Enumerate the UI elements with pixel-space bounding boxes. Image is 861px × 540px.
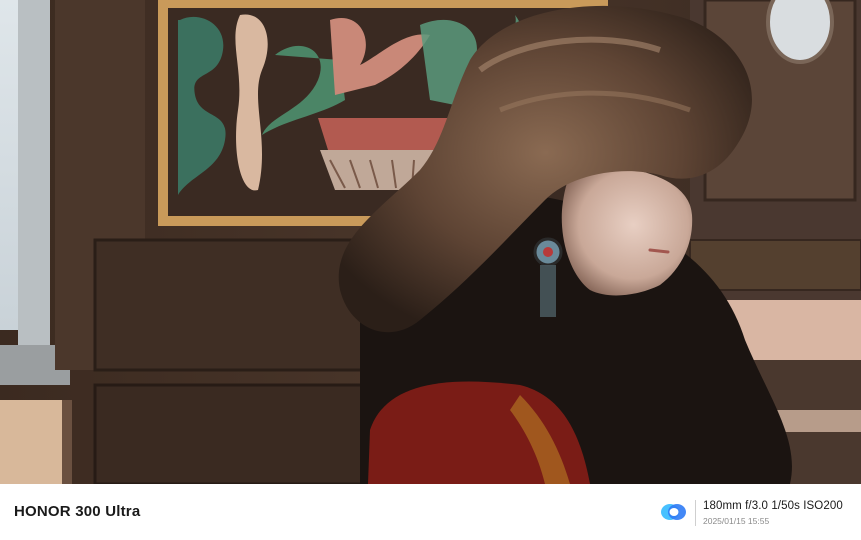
photo-scene — [0, 0, 861, 484]
watermark-bar: HONOR 300 Ultra 180mm f/3.0 1/50s ISO200… — [0, 484, 861, 540]
honor-camera-logo-icon — [660, 501, 688, 523]
photo — [0, 0, 861, 484]
capture-date: 2025/01/15 15:55 — [703, 516, 770, 526]
device-name: HONOR 300 Ultra — [14, 503, 141, 520]
divider — [695, 500, 696, 526]
exif-info: 180mm f/3.0 1/50s ISO200 — [703, 500, 843, 512]
